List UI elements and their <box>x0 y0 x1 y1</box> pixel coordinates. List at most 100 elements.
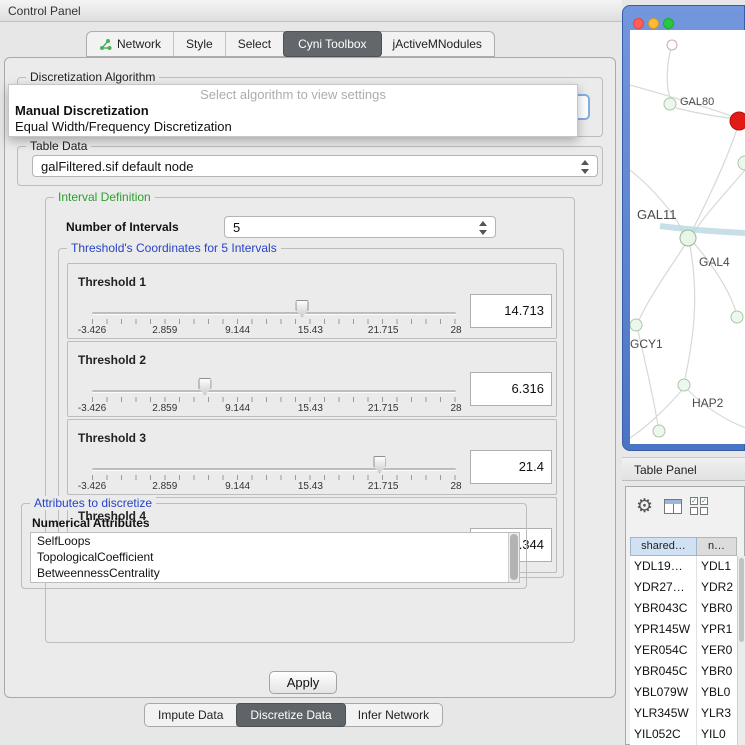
threshold-2-panel: Threshold 2 -3.426 2.859 9.144 15.43 21.… <box>67 341 557 417</box>
attributes-group: Attributes to discretize Numerical Attri… <box>21 503 527 589</box>
cell[interactable]: YER054C <box>630 640 697 661</box>
cell[interactable]: YDR2 <box>697 577 737 598</box>
mac-close-button[interactable] <box>633 18 644 29</box>
table-row[interactable]: YBR043CYBR0 <box>630 598 737 619</box>
table-data-combobox-value: galFiltered.sif default node <box>41 159 193 174</box>
tick-label: -3.426 <box>78 325 106 336</box>
table-data-combobox[interactable]: galFiltered.sif default node <box>32 155 598 177</box>
panel-title: Control Panel <box>8 4 81 18</box>
list-item[interactable]: BetweennessCentrality <box>31 565 519 581</box>
bottom-tab-bar: Impute Data Discretize Data Infer Networ… <box>144 703 443 727</box>
table-body: YDL19…YDL1 YDR27…YDR2 YBR043CYBR0 YPR145… <box>630 556 737 745</box>
interval-definition-group-title: Interval Definition <box>54 190 155 204</box>
cell[interactable]: YLR3 <box>697 703 737 724</box>
cell[interactable]: YPR1 <box>697 619 737 640</box>
threshold-3-slider[interactable]: -3.426 2.859 9.144 15.43 21.715 28 <box>92 420 456 496</box>
mac-minimize-button[interactable] <box>648 18 659 29</box>
column-header-shared-name[interactable]: shared… <box>630 537 697 556</box>
node-label-gal4: GAL4 <box>699 255 730 269</box>
node-label-gal11: GAL11 <box>637 207 677 222</box>
table-row[interactable]: YLR345WYLR3 <box>630 703 737 724</box>
threshold-2-value-field[interactable]: 6.316 <box>470 372 552 406</box>
tab-select-label: Select <box>238 37 271 51</box>
selected-node-red[interactable] <box>730 112 745 130</box>
network-node-gal80[interactable] <box>664 98 676 110</box>
attributes-list-scrollbar[interactable] <box>508 533 519 582</box>
threshold-2-slider[interactable]: -3.426 2.859 9.144 15.43 21.715 28 <box>92 342 456 418</box>
gear-icon[interactable]: ⚙ <box>636 495 653 518</box>
list-item[interactable]: TopologicalCoefficient <box>31 549 519 565</box>
cell[interactable]: YBR0 <box>697 661 737 682</box>
network-canvas[interactable]: GAL80 GAL11 GAL4 GCY1 HAP2 <box>630 30 745 444</box>
top-tab-bar: Network Style Select Cyni Toolbox jActiv… <box>86 31 495 57</box>
threshold-3-panel: Threshold 3 -3.426 2.859 9.144 15.43 21.… <box>67 419 557 495</box>
network-node[interactable] <box>667 40 677 50</box>
cell[interactable]: YBL0 <box>697 682 737 703</box>
table-toolbar: ⚙ ✓✓ <box>626 487 744 531</box>
number-of-intervals-label: Number of Intervals <box>66 220 179 234</box>
threshold-1-value-field[interactable]: 14.713 <box>470 294 552 328</box>
table-row[interactable]: YBL079WYBL0 <box>630 682 737 703</box>
slider-track[interactable] <box>92 390 456 393</box>
table-row[interactable]: YDL19…YDL1 <box>630 556 737 577</box>
tick-label: -3.426 <box>78 481 106 492</box>
select-columns-icon[interactable]: ✓✓ <box>690 497 709 516</box>
table-row[interactable]: YPR145WYPR1 <box>630 619 737 640</box>
network-node-gal4[interactable] <box>680 230 696 246</box>
tab-infer-network[interactable]: Infer Network <box>345 704 442 726</box>
screen: Control Panel □ × Network Style Select C… <box>0 0 745 745</box>
cell[interactable]: YBL079W <box>630 682 697 703</box>
cell[interactable]: YLR345W <box>630 703 697 724</box>
number-of-intervals-combobox[interactable]: 5 <box>224 216 496 238</box>
tab-jactivemnodules[interactable]: jActiveMNodules <box>381 32 494 56</box>
cell[interactable]: YPR145W <box>630 619 697 640</box>
slider-tick-labels: -3.426 2.859 9.144 15.43 21.715 28 <box>92 403 456 415</box>
tick-label: 21.715 <box>368 481 399 492</box>
slider-tick-labels: -3.426 2.859 9.144 15.43 21.715 28 <box>92 481 456 493</box>
tick-label: 2.859 <box>152 481 177 492</box>
cell[interactable]: YER0 <box>697 640 737 661</box>
network-node[interactable] <box>653 425 665 437</box>
cell[interactable]: YDL1 <box>697 556 737 577</box>
threshold-3-value-field[interactable]: 21.4 <box>470 450 552 484</box>
network-node-hap2[interactable] <box>678 379 690 391</box>
tab-impute-data[interactable]: Impute Data <box>145 704 237 726</box>
tab-network[interactable]: Network <box>87 32 174 56</box>
cell[interactable]: YDL19… <box>630 556 697 577</box>
table-row[interactable]: YBR045CYBR0 <box>630 661 737 682</box>
slider-track[interactable] <box>92 312 456 315</box>
tick-label: 28 <box>450 481 461 492</box>
network-node[interactable] <box>731 311 743 323</box>
table-row[interactable]: YDR27…YDR2 <box>630 577 737 598</box>
table-scrollbar[interactable] <box>737 556 745 745</box>
algorithm-option-manual[interactable]: Manual Discretization <box>9 102 577 118</box>
network-view-window[interactable]: GAL80 GAL11 GAL4 GCY1 HAP2 <box>622 5 745 451</box>
table-row[interactable]: YIL052CYIL0 <box>630 724 737 745</box>
slider-track[interactable] <box>92 468 456 471</box>
table-row[interactable]: YER054CYER0 <box>630 640 737 661</box>
tab-discretize-data[interactable]: Discretize Data <box>236 703 345 727</box>
mac-zoom-button[interactable] <box>663 18 674 29</box>
tab-select[interactable]: Select <box>226 32 284 56</box>
column-header-name[interactable]: n… <box>697 537 737 556</box>
cell[interactable]: YDR27… <box>630 577 697 598</box>
cell[interactable]: YBR043C <box>630 598 697 619</box>
algorithm-option-equal-width[interactable]: Equal Width/Frequency Discretization <box>9 118 577 134</box>
tab-style[interactable]: Style <box>174 32 226 56</box>
tick-label: 15.43 <box>298 325 323 336</box>
threshold-1-slider[interactable]: -3.426 2.859 9.144 15.43 21.715 28 <box>92 264 456 340</box>
cell[interactable]: YIL052C <box>630 724 697 745</box>
network-node-gcy1[interactable] <box>630 319 642 331</box>
network-node[interactable] <box>738 156 745 170</box>
list-item[interactable]: SelfLoops <box>31 533 519 549</box>
apply-button[interactable]: Apply <box>269 671 337 694</box>
tick-label: 9.144 <box>225 325 250 336</box>
columns-icon[interactable] <box>664 499 682 514</box>
numerical-attributes-list: SelfLoops TopologicalCoefficient Between… <box>30 532 520 583</box>
tab-cyni-toolbox[interactable]: Cyni Toolbox <box>283 31 381 57</box>
cell[interactable]: YBR045C <box>630 661 697 682</box>
network-icon <box>99 38 112 51</box>
cyni-toolbox-panel: Discretization Algorithm Table Data galF… <box>4 57 616 698</box>
cell[interactable]: YBR0 <box>697 598 737 619</box>
cell[interactable]: YIL0 <box>697 724 737 745</box>
